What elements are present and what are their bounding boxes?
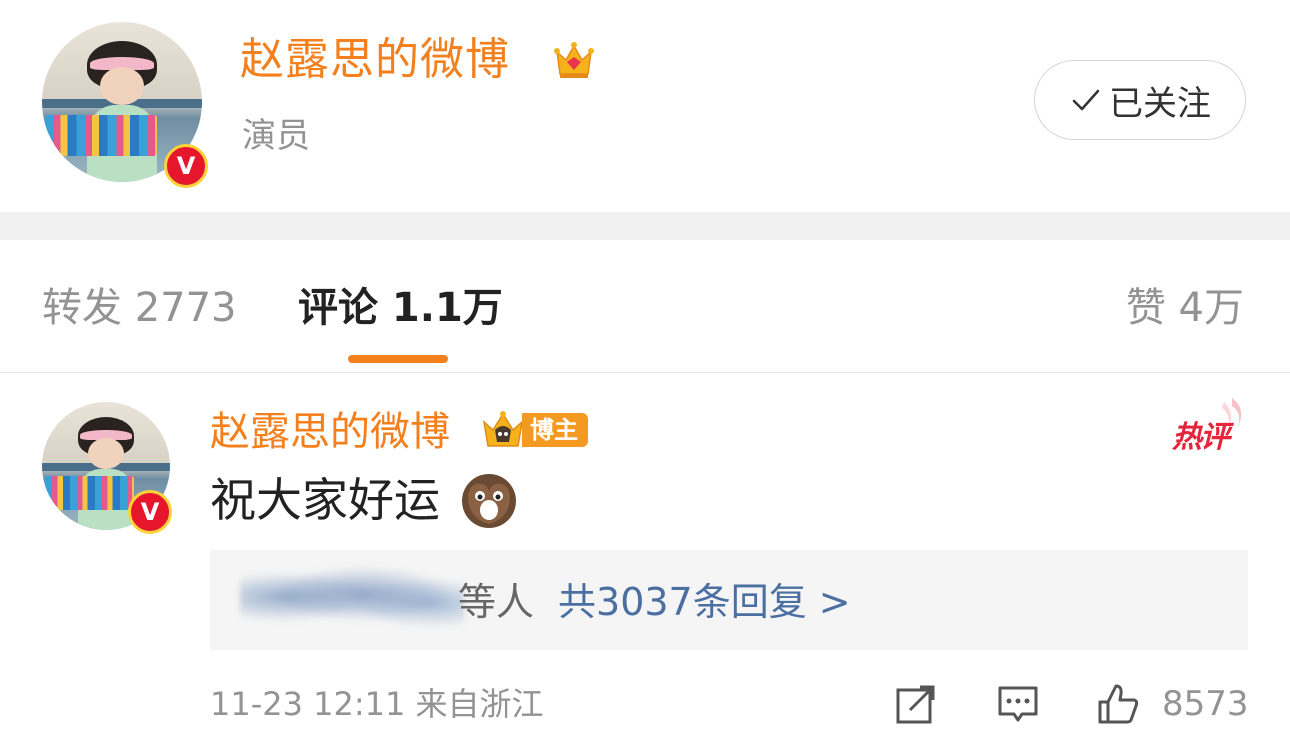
comment-author[interactable]: 赵露思的微博 bbox=[210, 404, 450, 460]
comment-icon[interactable] bbox=[996, 682, 1040, 726]
hot-comment-tag: 热评 bbox=[1170, 396, 1250, 455]
check-icon bbox=[1072, 89, 1100, 111]
tab-likes[interactable]: 赞 4万 bbox=[1126, 280, 1244, 336]
view-replies-link[interactable]: 共3037条回复 > bbox=[558, 580, 851, 624]
blogger-badge: 博主 bbox=[478, 408, 588, 452]
tabs-divider bbox=[0, 372, 1290, 373]
tab-repost[interactable]: 转发 2773 bbox=[42, 280, 237, 336]
follow-button[interactable]: 已关注 bbox=[1034, 60, 1246, 140]
verified-v-icon: V bbox=[128, 490, 172, 534]
blurred-reply-names bbox=[240, 566, 464, 628]
like-count: 8573 bbox=[1162, 684, 1249, 724]
comment-meta: 11-23 12:11 来自浙江 bbox=[210, 685, 544, 723]
emoji-icon bbox=[462, 474, 516, 528]
profile-header: V 赵露思的微博 演员 已关注 bbox=[0, 0, 1290, 212]
hot-comment-label: 热评 bbox=[1172, 420, 1230, 455]
verified-v-icon: V bbox=[164, 144, 208, 188]
tab-comments[interactable]: 评论 1.1万 bbox=[298, 280, 503, 336]
weibo-comment-page: V 赵露思的微博 演员 已关注 转发 2773 评论 1.1万 赞 4万 V 赵… bbox=[0, 0, 1290, 746]
reply-summary: 等人 共3037条回复 > bbox=[458, 576, 851, 628]
profile-description: 演员 bbox=[242, 116, 310, 156]
profile-name[interactable]: 赵露思的微博 bbox=[240, 30, 510, 90]
comment-text: 祝大家好运 bbox=[210, 473, 440, 527]
reply-suffix: 等人 bbox=[458, 580, 535, 624]
active-tab-indicator bbox=[348, 355, 448, 363]
blogger-crown-icon bbox=[482, 411, 524, 447]
blogger-badge-label: 博主 bbox=[522, 413, 588, 447]
section-divider bbox=[0, 212, 1290, 240]
like-icon[interactable] bbox=[1096, 682, 1140, 726]
share-icon[interactable] bbox=[894, 682, 938, 726]
follow-label: 已关注 bbox=[1109, 83, 1211, 124]
crown-icon bbox=[554, 42, 594, 78]
